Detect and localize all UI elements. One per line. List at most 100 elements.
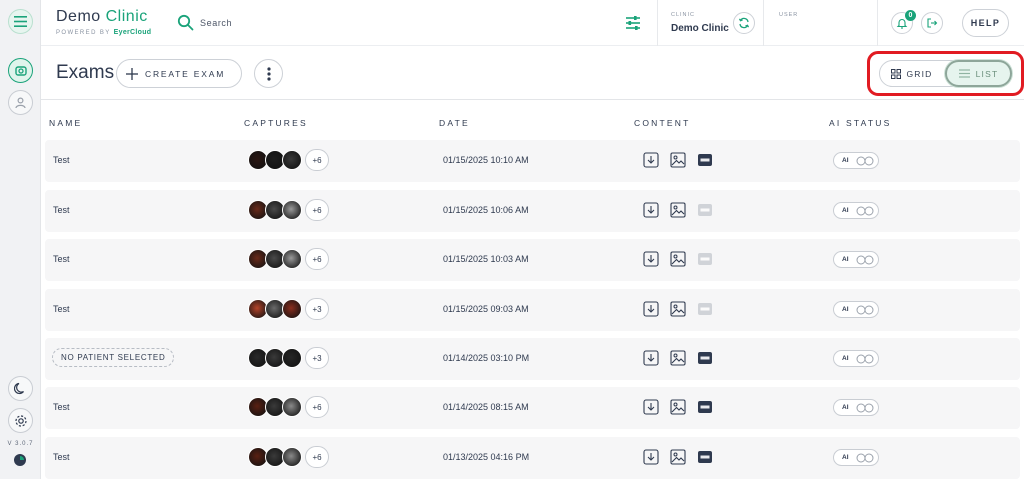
column-header-captures: CAPTURES (244, 118, 308, 128)
exam-date: 01/15/2025 09:03 AM (443, 304, 529, 314)
menu-button[interactable] (8, 9, 33, 34)
ai-label: AI (842, 256, 849, 263)
captures-more-count[interactable]: +6 (305, 446, 329, 468)
no-patient-chip[interactable]: NO PATIENT SELECTED (52, 348, 175, 367)
ai-status-toggle[interactable]: AI (833, 350, 879, 367)
image-icon[interactable] (670, 399, 686, 415)
table-row[interactable]: Test +6 01/15/2025 10:10 AM AI (45, 140, 1020, 182)
captures-group[interactable]: +3 (248, 347, 332, 369)
capture-thumbnail[interactable] (282, 150, 302, 170)
nav-exams-button[interactable] (8, 58, 33, 83)
captures-group[interactable]: +6 (248, 446, 332, 468)
settings-button[interactable] (8, 408, 33, 433)
ai-status-toggle[interactable]: AI (833, 152, 879, 169)
ai-status-toggle[interactable]: AI (833, 301, 879, 318)
create-exam-button[interactable]: CREATE EXAM (116, 59, 242, 88)
image-icon[interactable] (670, 301, 686, 317)
captures-group[interactable]: +6 (248, 248, 332, 270)
ai-toggle-icon (856, 453, 874, 463)
column-header-ai-status: AI STATUS (829, 118, 892, 128)
table-row[interactable]: Test +6 01/14/2025 08:15 AM AI (45, 387, 1020, 429)
exam-name[interactable]: Test (53, 304, 70, 314)
gear-icon (14, 414, 27, 427)
exam-date: 01/14/2025 08:15 AM (443, 402, 529, 412)
download-icon[interactable] (643, 449, 659, 465)
table-row[interactable]: Test +6 01/15/2025 10:03 AM AI (45, 239, 1020, 281)
captures-group[interactable]: +6 (248, 199, 332, 221)
download-icon[interactable] (643, 152, 659, 168)
more-options-button[interactable] (254, 59, 283, 88)
search-icon[interactable] (177, 14, 194, 31)
pdf-icon[interactable] (697, 152, 713, 168)
capture-thumbnail[interactable] (282, 397, 302, 417)
column-header-date: DATE (439, 118, 470, 128)
sync-button[interactable] (733, 12, 755, 34)
image-icon[interactable] (670, 152, 686, 168)
captures-more-count[interactable]: +3 (305, 298, 329, 320)
captures-group[interactable]: +6 (248, 396, 332, 418)
captures-group[interactable]: +6 (248, 149, 332, 171)
captures-more-count[interactable]: +6 (305, 199, 329, 221)
user-label: USER (779, 12, 799, 18)
ai-toggle-icon (856, 255, 874, 265)
image-icon[interactable] (670, 350, 686, 366)
table-row[interactable]: NO PATIENT SELECTED +3 01/14/2025 03:10 … (45, 338, 1020, 380)
pdf-icon[interactable] (697, 399, 713, 415)
exam-name[interactable]: Test (53, 205, 70, 215)
table-row[interactable]: Test +6 01/13/2025 04:16 PM AI (45, 437, 1020, 479)
ai-status-toggle[interactable]: AI (833, 202, 879, 219)
header-divider (763, 0, 764, 46)
page-title: Exams (56, 62, 115, 83)
image-icon[interactable] (670, 449, 686, 465)
ai-status-toggle[interactable]: AI (833, 449, 879, 466)
capture-thumbnail[interactable] (282, 299, 302, 319)
annotation-highlight-box (867, 51, 1024, 96)
pdf-icon[interactable] (697, 202, 713, 218)
image-icon[interactable] (670, 202, 686, 218)
exam-date: 01/15/2025 10:10 AM (443, 155, 529, 165)
captures-group[interactable]: +3 (248, 298, 332, 320)
left-rail: V 3.0.7 (0, 0, 41, 479)
filter-icon[interactable] (624, 14, 642, 32)
captures-more-count[interactable]: +3 (305, 347, 329, 369)
download-icon[interactable] (643, 350, 659, 366)
captures-more-count[interactable]: +6 (305, 248, 329, 270)
captures-more-count[interactable]: +6 (305, 396, 329, 418)
exam-name[interactable]: Test (53, 402, 70, 412)
pdf-icon[interactable] (697, 350, 713, 366)
search-input[interactable] (200, 14, 400, 32)
brand-logo-icon (14, 454, 26, 466)
ai-status-toggle[interactable]: AI (833, 399, 879, 416)
capture-thumbnail[interactable] (282, 249, 302, 269)
download-icon[interactable] (643, 399, 659, 415)
dark-mode-button[interactable] (8, 376, 33, 401)
app-title-main: Demo (56, 8, 106, 25)
ai-label: AI (842, 157, 849, 164)
column-header-name: NAME (49, 118, 83, 128)
download-icon[interactable] (643, 251, 659, 267)
header-divider (877, 0, 878, 46)
table-row[interactable]: Test +3 01/15/2025 09:03 AM AI (45, 289, 1020, 331)
capture-thumbnail[interactable] (282, 447, 302, 467)
clinic-value[interactable]: Demo Clinic (671, 23, 729, 34)
pdf-icon[interactable] (697, 251, 713, 267)
exam-name[interactable]: Test (53, 452, 70, 462)
download-icon[interactable] (643, 202, 659, 218)
capture-thumbnail[interactable] (282, 200, 302, 220)
ai-status-toggle[interactable]: AI (833, 251, 879, 268)
logout-icon (927, 18, 938, 28)
capture-thumbnail[interactable] (282, 348, 302, 368)
captures-more-count[interactable]: +6 (305, 149, 329, 171)
exam-name[interactable]: Test (53, 254, 70, 264)
pdf-icon[interactable] (697, 449, 713, 465)
pdf-icon[interactable] (697, 301, 713, 317)
image-icon[interactable] (670, 251, 686, 267)
table-row[interactable]: Test +6 01/15/2025 10:06 AM AI (45, 190, 1020, 232)
app-title: Demo Clinic (56, 8, 148, 26)
logout-button[interactable] (921, 12, 943, 34)
download-icon[interactable] (643, 301, 659, 317)
powered-by-label: POWERED BY (56, 30, 111, 36)
exam-name[interactable]: Test (53, 155, 70, 165)
help-button[interactable]: HELP (962, 9, 1009, 37)
nav-patients-button[interactable] (8, 90, 33, 115)
